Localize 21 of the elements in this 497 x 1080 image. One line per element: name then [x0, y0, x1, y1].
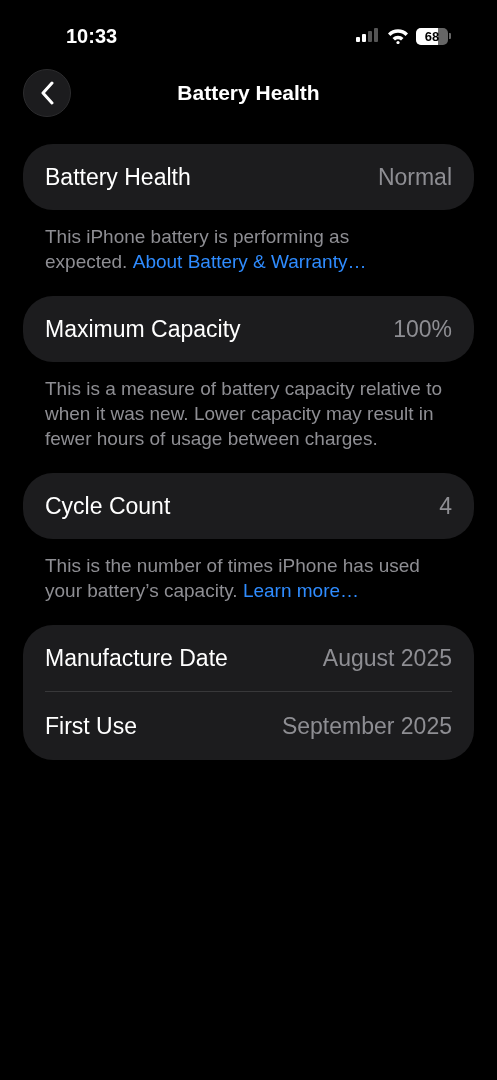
footer-link[interactable]: Learn more…	[242, 580, 360, 601]
footer-link[interactable]: About Battery & Warranty…	[132, 251, 367, 272]
row-label: First Use	[45, 712, 137, 740]
page-title: Battery Health	[177, 81, 320, 105]
chevron-left-icon	[40, 81, 54, 105]
row-value: August 2025	[322, 644, 452, 672]
row-value: September 2025	[281, 712, 452, 740]
wifi-icon	[387, 28, 409, 44]
row-value: 100%	[393, 315, 452, 343]
row-value: 4	[439, 492, 452, 520]
back-button[interactable]	[23, 69, 71, 117]
row-value: Normal	[377, 163, 452, 191]
footer-text: This is a measure of battery capacity relative to when it was new. Lower capacity may result in fewer hours of usage between charges.	[45, 377, 444, 451]
row-label: Battery Health	[45, 163, 191, 191]
row-label: Cycle Count	[45, 492, 171, 520]
footer-text: This is the number of times iPhone has used your battery’s capacity. Learn more…	[45, 554, 421, 603]
row-label: Maximum Capacity	[45, 315, 241, 343]
status-time: 10:33	[66, 24, 118, 48]
footer-text: This iPhone battery is performing as expected. About Battery & Warranty…	[45, 225, 368, 274]
row-label: Manufacture Date	[45, 644, 228, 672]
signal-icon	[356, 28, 380, 44]
